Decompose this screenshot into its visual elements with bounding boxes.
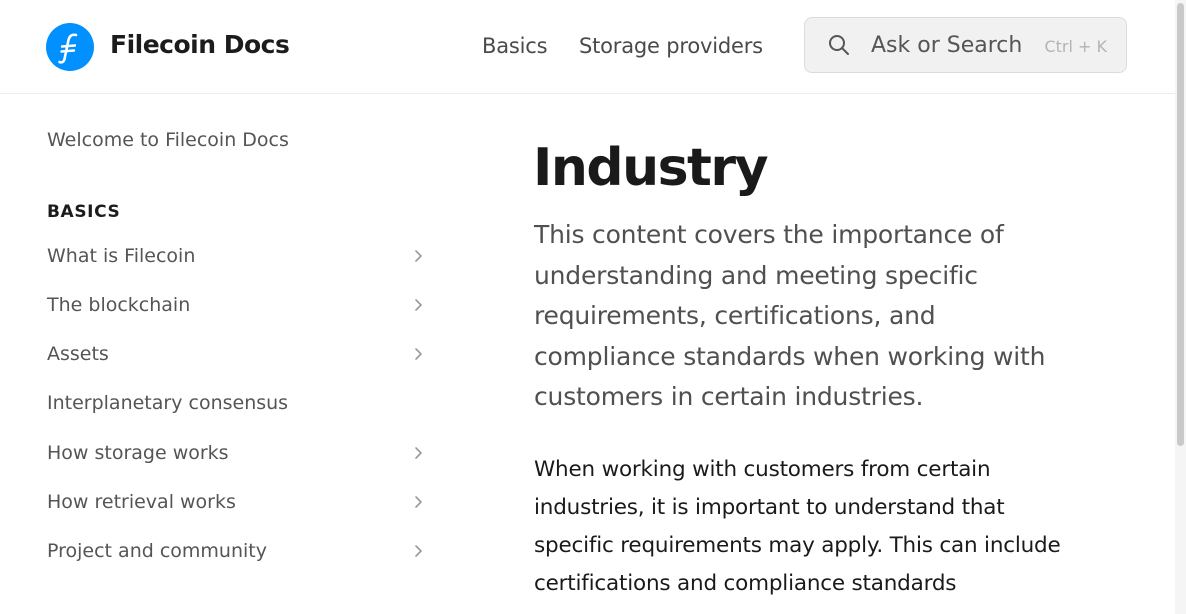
sidebar-item-the-blockchain[interactable]: The blockchain [47,292,427,318]
sidebar-item-how-storage-works[interactable]: How storage works [47,440,427,466]
page-title: Industry [533,138,768,198]
sidebar-item-assets[interactable]: Assets [47,341,427,367]
sidebar-item-label: Assets [47,343,109,365]
nav-link-storage-providers[interactable]: Storage providers [579,31,763,61]
chevron-right-icon[interactable] [411,248,427,264]
chevron-right-icon[interactable] [411,445,427,461]
chevron-right-icon[interactable] [411,346,427,362]
sidebar-item-label: How storage works [47,442,229,464]
chevron-right-icon[interactable] [411,494,427,510]
sidebar-item-label: Project and community [47,540,267,562]
nav-link-basics[interactable]: Basics [482,31,548,61]
filecoin-f-icon [58,33,78,64]
scrollbar-thumb[interactable] [1177,3,1184,446]
sidebar-item-label: Interplanetary consensus [47,392,289,414]
filecoin-logo-icon[interactable] [46,23,94,71]
body-paragraph: When working with customers from certain… [534,457,1061,596]
search-shortcut-hint: Ctrl + K [1044,37,1107,56]
sidebar-item-label: How retrieval works [47,491,236,513]
page-lead-paragraph: This content covers the importance of un… [534,220,1046,411]
chevron-right-icon[interactable] [411,297,427,313]
sidebar: Welcome to Filecoin Docs BASICS What is … [0,94,460,614]
sidebar-item-what-is-filecoin[interactable]: What is Filecoin [47,243,427,269]
sidebar-item-interplanetary-consensus[interactable]: Interplanetary consensus [47,390,427,416]
page-scrollbar[interactable] [1175,0,1186,614]
chevron-right-icon[interactable] [411,543,427,559]
top-header: Filecoin Docs Basics Storage providers A… [0,0,1175,94]
search-icon [829,35,849,55]
site-title[interactable]: Filecoin Docs [110,29,290,61]
search-box[interactable]: Ask or Search Ctrl + K [804,17,1127,73]
search-placeholder: Ask or Search [871,33,1023,58]
sidebar-item-label: What is Filecoin [47,245,196,267]
sidebar-item-project-and-community[interactable]: Project and community [47,538,427,564]
sidebar-section-heading: BASICS [47,202,121,222]
sidebar-item-label: The blockchain [47,294,191,316]
sidebar-item-welcome[interactable]: Welcome to Filecoin Docs [47,127,289,153]
sidebar-item-how-retrieval-works[interactable]: How retrieval works [47,489,427,515]
